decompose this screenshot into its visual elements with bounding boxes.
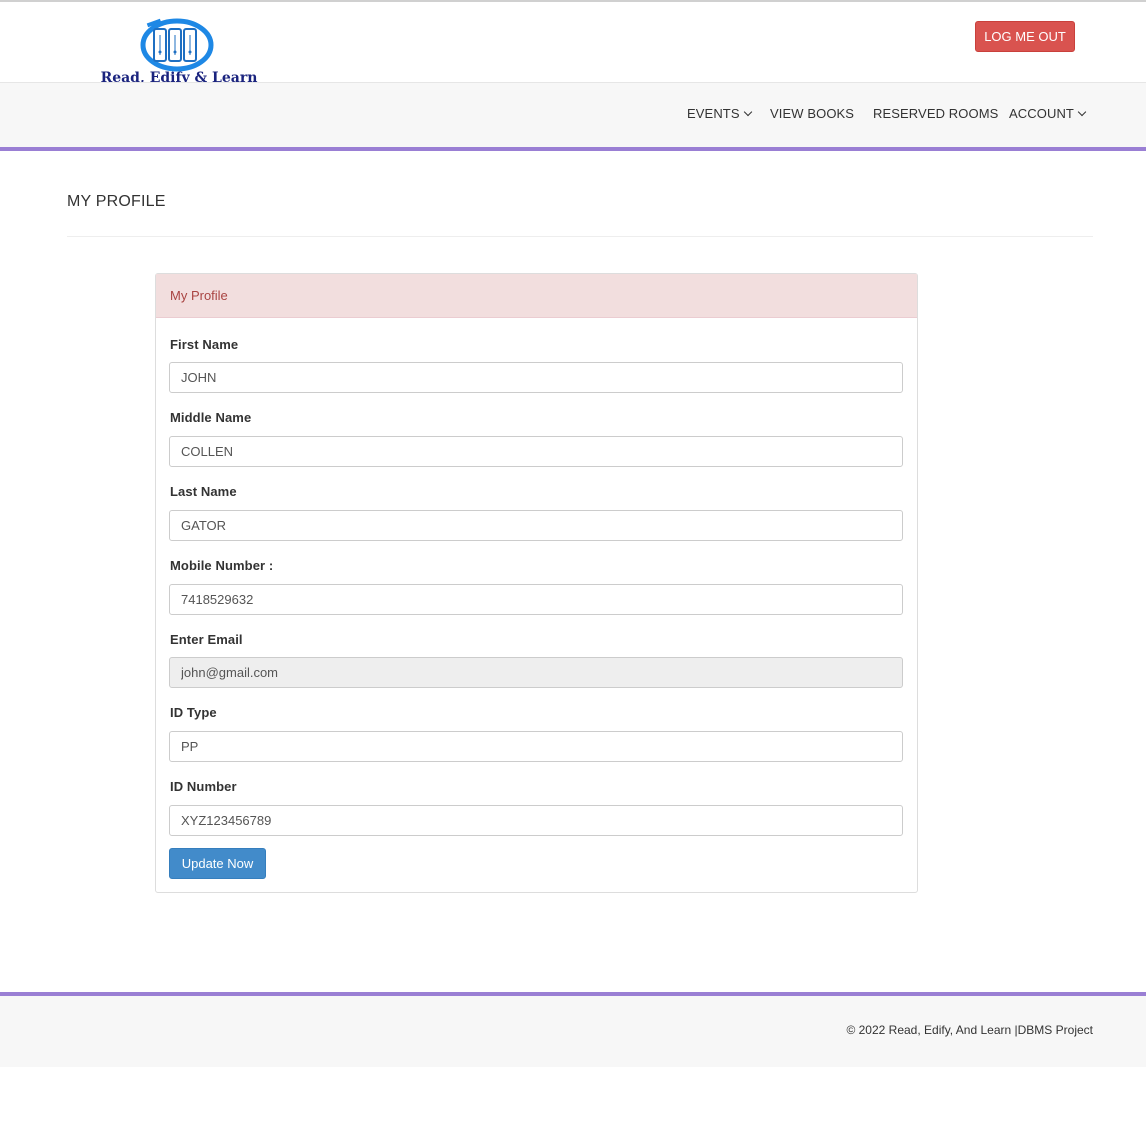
- id-number-input[interactable]: [169, 805, 903, 836]
- id-type-label: ID Type: [170, 705, 217, 720]
- books-logo-icon: Read, Edify & Learn: [101, 18, 257, 86]
- first-name-label: First Name: [170, 337, 239, 352]
- profile-panel: My Profile First Name Middle Name Last N…: [155, 273, 918, 893]
- nav-item-label: RESERVED ROOMS: [873, 106, 999, 121]
- first-name-input[interactable]: [169, 362, 903, 393]
- mobile-number-label: Mobile Number :: [170, 558, 274, 573]
- nav-accent-bar: [0, 147, 1146, 151]
- top-rule: [0, 0, 1146, 2]
- last-name-label: Last Name: [170, 484, 237, 499]
- middle-name-input[interactable]: [169, 436, 903, 467]
- site-logo[interactable]: Read, Edify & Learn: [67, 15, 291, 87]
- nav-item-label: EVENTS: [687, 106, 740, 121]
- nav-item-account[interactable]: ACCOUNT: [1009, 106, 1087, 121]
- panel-heading: My Profile: [156, 274, 917, 318]
- nav-item-view-books[interactable]: VIEW BOOKS: [770, 106, 854, 121]
- email-field[interactable]: [169, 657, 903, 688]
- nav-item-label: VIEW BOOKS: [770, 106, 855, 121]
- nav-item-events[interactable]: EVENTS: [687, 106, 752, 121]
- chevron-down-icon: [1077, 107, 1087, 117]
- nav-item-label: ACCOUNT: [1009, 106, 1074, 121]
- update-now-button[interactable]: Update Now: [169, 848, 266, 879]
- title-divider: [67, 236, 1093, 237]
- chevron-down-icon: [743, 107, 752, 117]
- footer: © 2022 Read, Edify, And Learn |DBMS Proj…: [0, 996, 1146, 1067]
- page-title: MY PROFILE: [67, 193, 166, 210]
- nav-item-reserved-rooms[interactable]: RESERVED ROOMS: [873, 106, 998, 121]
- middle-name-label: Middle Name: [170, 410, 252, 425]
- footer-copyright: © 2022 Read, Edify, And Learn |DBMS Proj…: [846, 1023, 1093, 1037]
- last-name-input[interactable]: [169, 510, 903, 541]
- id-type-input[interactable]: [169, 731, 903, 762]
- id-number-label: ID Number: [170, 779, 237, 794]
- mobile-number-input[interactable]: [169, 584, 903, 615]
- logout-button[interactable]: LOG ME OUT: [975, 21, 1075, 52]
- email-label: Enter Email: [170, 632, 243, 647]
